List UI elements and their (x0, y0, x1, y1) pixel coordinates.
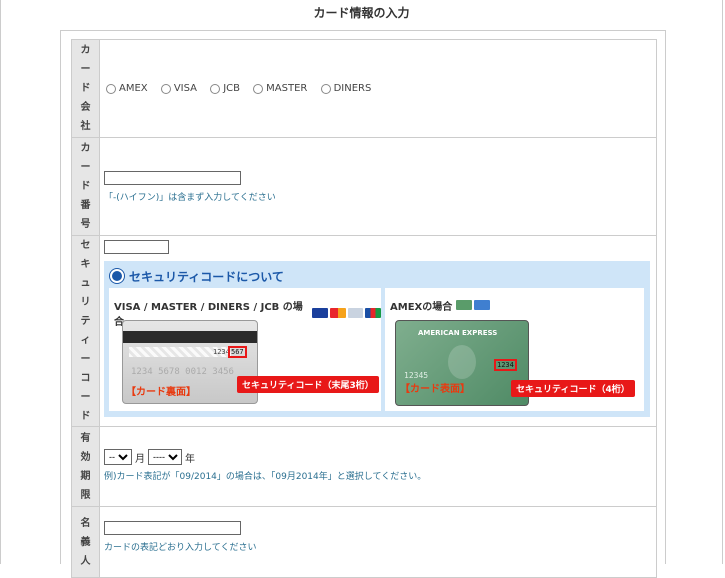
mastercard-logo-icon (330, 307, 346, 318)
diners-logo-icon (347, 307, 364, 318)
card-company-radios: AMEX VISA JCB MASTER DINERS (100, 40, 656, 137)
radio-label: MASTER (266, 83, 308, 94)
card-number-input[interactable] (104, 171, 241, 185)
page: カード情報の入力 カード会社 AMEX VISA JCB MASTER DINE… (0, 0, 723, 578)
amex-logo-icon (474, 300, 491, 310)
expiry-note: 例)カード表記が「09/2014」の場合は、「09月2014年」と選択してくださ… (104, 472, 427, 482)
bullet-icon (110, 269, 124, 283)
year-unit: 年 (185, 453, 195, 465)
security-info-box: セキュリティコードについて VISA / MASTER / DINERS / J… (104, 260, 650, 417)
label-cell: 有効期限 (71, 426, 100, 507)
row-security-code: セキュリティーコード セキュリティコードについて VISA / MASTER /… (71, 235, 657, 427)
radio-diners[interactable]: DINERS (320, 83, 372, 94)
row-label: カード会社 (80, 45, 91, 132)
security-info-title: セキュリティコードについて (129, 269, 284, 284)
holder-note: カードの表記どおり入力してください (104, 542, 257, 553)
radio-circle[interactable] (253, 83, 264, 94)
month-unit: 月 (135, 453, 145, 465)
card-form-table: カード会社 AMEX VISA JCB MASTER DINERS カード番号 (71, 39, 657, 578)
panel-amex: AMEXの場合 AMERICAN EXPRESS 1234 12345 【カード… (385, 287, 644, 411)
card-number-note: 「-(ハイフン)」は含まず入力してください (104, 192, 276, 203)
radio-circle[interactable] (106, 83, 116, 94)
label-cell: セキュリティーコード (71, 235, 100, 427)
value-cell: -- 月 ---- 年 例)カード表記が「09/2014」の場合は、「09月20… (99, 426, 657, 507)
row-label: セキュリティーコード (80, 240, 91, 422)
card-form: カード会社 AMEX VISA JCB MASTER DINERS カード番号 (60, 30, 666, 578)
radio-label: DINERS (333, 83, 372, 94)
card-back-tag: 【カード裏面】 (126, 386, 196, 398)
jcb-logo-icon (365, 307, 381, 318)
row-label: 名義人 (80, 517, 91, 567)
row-holder: 名義人 カードの表記どおり入力してください (71, 506, 657, 578)
security-digits-highlight: 1234 (494, 358, 517, 371)
label-cell: カード会社 (71, 39, 100, 138)
panel-title: AMEXの場合 (390, 298, 491, 313)
radio-label: AMEX (119, 83, 148, 94)
row-label: カード番号 (80, 143, 91, 230)
value-cell: カードの表記どおり入力してください (99, 506, 657, 578)
panel-visa-master: VISA / MASTER / DINERS / JCB の場合 1234 56… (109, 287, 381, 411)
page-title: カード情報の入力 (313, 6, 410, 20)
radio-circle[interactable] (210, 83, 221, 94)
radio-visa[interactable]: VISA (160, 83, 197, 94)
radio-label: VISA (173, 83, 197, 94)
radio-circle[interactable] (320, 83, 331, 94)
radio-amex[interactable]: AMEX (106, 83, 148, 94)
security-digits-highlight: 567 (228, 345, 247, 358)
radio-master[interactable]: MASTER (253, 83, 307, 94)
amex-card-icon (456, 300, 473, 310)
expiry-month-select[interactable]: -- (104, 449, 132, 465)
row-label: 有効期限 (80, 432, 91, 501)
label-cell: 名義人 (71, 506, 100, 578)
row-card-company: カード会社 AMEX VISA JCB MASTER DINERS (71, 39, 657, 138)
security-badge-3digit: セキュリティコード（末尾3桁） (237, 375, 379, 393)
security-info-header: セキュリティコードについて (110, 268, 284, 285)
card-number-text: 1234 5678 0012 3456 (131, 366, 234, 377)
radio-label: JCB (223, 83, 240, 94)
security-badge-4digit: セキュリティコード（4桁） (511, 379, 635, 397)
centurion-emblem (448, 344, 476, 379)
panel-title-text: AMEXの場合 (390, 301, 453, 313)
label-cell: カード番号 (71, 137, 100, 236)
card-number-text: 12345 (404, 370, 429, 380)
radio-circle[interactable] (160, 83, 171, 94)
expiry-year-select[interactable]: ---- (148, 449, 182, 465)
card-front-tag: 【カード表面】 (400, 383, 470, 395)
visa-logo-icon (312, 307, 329, 318)
radio-jcb[interactable]: JCB (210, 83, 240, 94)
row-card-number: カード番号 「-(ハイフン)」は含まず入力してください (71, 137, 657, 236)
amex-brand-text: AMERICAN EXPRESS (418, 328, 498, 337)
security-code-input[interactable] (104, 240, 169, 254)
value-cell: AMEX VISA JCB MASTER DINERS (99, 39, 657, 138)
value-cell: 「-(ハイフン)」は含まず入力してください (99, 137, 657, 236)
value-cell: セキュリティコードについて VISA / MASTER / DINERS / J… (99, 235, 657, 427)
holder-name-input[interactable] (104, 521, 241, 535)
row-expiry: 有効期限 -- 月 ---- 年 例)カード表記が「09/2014」の場合は、「… (71, 426, 657, 507)
